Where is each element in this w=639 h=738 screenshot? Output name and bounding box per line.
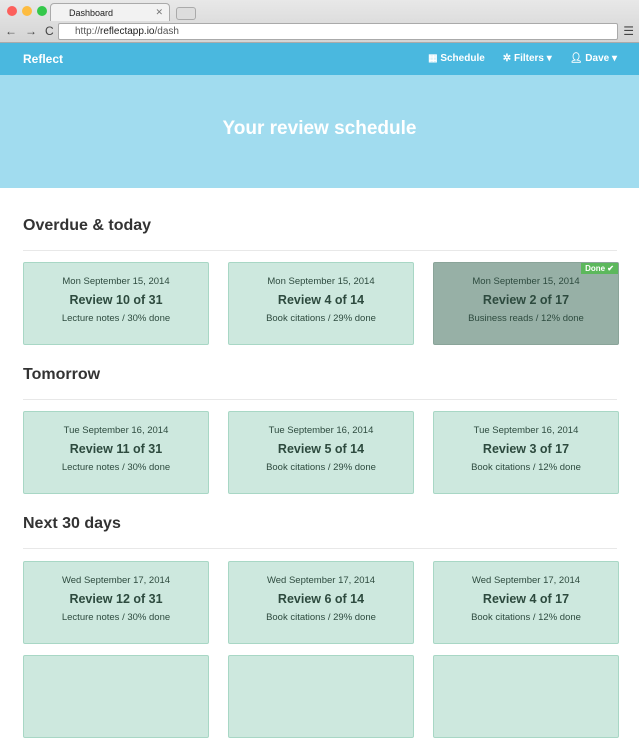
forward-icon[interactable]: → <box>25 24 37 38</box>
review-date: Wed September 17, 2014 <box>61 575 171 586</box>
section-header: Tomorrow <box>23 366 617 400</box>
new-tab-button[interactable] <box>176 7 196 20</box>
maximize-window-button[interactable] <box>37 6 47 16</box>
url-path: /dash <box>154 26 179 37</box>
review-date: Tue September 16, 2014 <box>473 425 579 436</box>
review-card[interactable] <box>433 655 619 738</box>
review-date: Tue September 16, 2014 <box>63 425 169 436</box>
review-date: Wed September 17, 2014 <box>471 575 581 586</box>
user-dropdown[interactable]: 👤︎ Dave ▾ <box>570 53 617 64</box>
review-card[interactable] <box>23 655 209 738</box>
review-card[interactable] <box>228 655 414 738</box>
review-card[interactable]: Mon September 15, 2014 Review 4 of 14 Book… <box>228 262 414 345</box>
review-date: Mon September 15, 2014 <box>472 276 580 287</box>
review-date: Mon September 15, 2014 <box>267 276 375 287</box>
review-card[interactable]: Tue September 16, 2014 Review 11 of 31 Lec… <box>23 411 209 494</box>
card-row <box>23 655 619 738</box>
review-deck: Lecture notes / 30% done <box>61 612 171 623</box>
address-bar[interactable]: http://reflectapp.io/dash <box>58 23 618 40</box>
review-date: Mon September 15, 2014 <box>62 276 170 287</box>
review-deck: Lecture notes / 30% done <box>61 462 171 473</box>
done-badge: Done ✔ <box>581 263 618 274</box>
close-window-button[interactable] <box>7 6 17 16</box>
caret-down-icon: ▾ <box>543 53 552 64</box>
window-controls <box>7 6 47 16</box>
close-tab-icon[interactable]: ✕ <box>155 7 163 18</box>
brand-link[interactable]: Reflect <box>23 52 63 66</box>
section-header: Overdue & today <box>23 217 617 251</box>
review-card[interactable]: Tue September 16, 2014 Review 5 of 14 Book… <box>228 411 414 494</box>
tab-title: Dashboard <box>69 8 114 18</box>
card-row: Tue September 16, 2014 Review 11 of 31 Lec… <box>23 411 619 494</box>
review-card[interactable]: Mon September 15, 2014 Review 10 of 31 Lec… <box>23 262 209 345</box>
review-deck: Book citations / 29% done <box>266 313 376 324</box>
caret-down-icon: ▾ <box>609 53 617 64</box>
card-row: Mon September 15, 2014 Review 10 of 31 Lec… <box>23 262 619 345</box>
review-card[interactable]: Wed September 17, 2014 Review 4 of 17 Book… <box>433 561 619 644</box>
filters-dropdown[interactable]: ✲ Filters ▾ <box>503 53 552 64</box>
review-card[interactable]: Done ✔ Mon September 15, 2014 Review 2 of … <box>433 262 619 345</box>
hero-banner: Your review schedule <box>0 75 639 188</box>
review-card[interactable]: Wed September 17, 2014 Review 6 of 14 Book… <box>228 561 414 644</box>
section-title: Overdue & today <box>23 217 152 234</box>
review-deck: Book citations / 12% done <box>471 462 581 473</box>
back-icon[interactable]: ← <box>5 24 17 38</box>
reload-icon[interactable]: C <box>45 24 54 38</box>
divider <box>23 399 617 400</box>
schedule-link[interactable]: ▦ Schedule <box>428 53 485 64</box>
review-card[interactable]: Wed September 17, 2014 Review 12 of 31 Lec… <box>23 561 209 644</box>
review-date: Tue September 16, 2014 <box>268 425 374 436</box>
browser-tab[interactable]: Dashboard ✕ <box>50 3 170 21</box>
review-number: Review 11 of 31 <box>69 442 163 456</box>
review-number: Review 12 of 31 <box>69 592 163 606</box>
page-title: Your review schedule <box>222 118 417 139</box>
section-title: Next 30 days <box>23 515 121 532</box>
review-number: Review 5 of 14 <box>277 442 365 456</box>
filters-label: Filters <box>513 53 544 64</box>
review-deck: Business reads / 12% done <box>468 313 584 324</box>
schedule-label: Schedule <box>440 53 485 64</box>
url-host: reflectapp.io <box>100 26 155 37</box>
review-number: Review 3 of 17 <box>482 442 570 456</box>
url-prefix: http:// <box>75 26 101 37</box>
user-label: Dave <box>585 53 610 64</box>
review-number: Review 6 of 14 <box>277 592 365 606</box>
review-deck: Book citations / 29% done <box>266 612 376 623</box>
navbar: Reflect ▦ Schedule ✲ Filters ▾ 👤︎ Dave ▾ <box>0 43 639 75</box>
minimize-window-button[interactable] <box>22 6 32 16</box>
calendar-icon: ▦ <box>428 53 441 64</box>
menu-icon[interactable]: ☰ <box>623 24 634 38</box>
card-row: Wed September 17, 2014 Review 12 of 31 Lec… <box>23 561 619 644</box>
review-number: Review 4 of 14 <box>277 293 365 307</box>
review-deck: Lecture notes / 30% done <box>61 313 171 324</box>
review-number: Review 10 of 31 <box>69 293 163 307</box>
divider <box>23 548 617 549</box>
user-icon: 👤︎ <box>569 53 586 64</box>
divider <box>23 250 617 251</box>
review-number: Review 4 of 17 <box>482 592 570 606</box>
section-header: Next 30 days <box>23 515 617 549</box>
review-deck: Book citations / 29% done <box>266 462 376 473</box>
section-title: Tomorrow <box>23 366 101 383</box>
gear-icon: ✲ <box>502 53 514 64</box>
review-date: Wed September 17, 2014 <box>266 575 376 586</box>
browser-chrome: Dashboard ✕ ← → C http://reflectapp.io/dash… <box>0 0 639 43</box>
review-number: Review 2 of 17 <box>482 293 570 307</box>
review-deck: Book citations / 12% done <box>471 612 581 623</box>
review-card[interactable]: Tue September 16, 2014 Review 3 of 17 Book… <box>433 411 619 494</box>
